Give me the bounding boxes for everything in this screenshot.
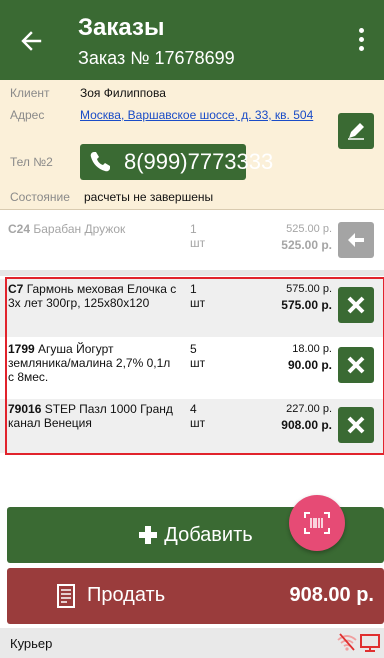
wifi-off-icon: [337, 633, 357, 651]
return-item-button[interactable]: [338, 222, 374, 258]
app-header: Заказы Заказ № 17678699: [0, 0, 384, 80]
phone-number: 8(999)7773333: [124, 149, 274, 174]
sell-button-label: Продать: [87, 584, 166, 606]
edit-client-button[interactable]: [338, 113, 374, 149]
receipt-icon: [55, 584, 77, 608]
selection-highlight: [5, 277, 384, 455]
page-title: Заказы: [78, 14, 165, 41]
more-vertical-icon[interactable]: [356, 28, 366, 58]
back-button[interactable]: [14, 24, 48, 58]
client-card: Клиент Зоя Филиппова Адрес Москва, Варша…: [0, 80, 384, 210]
courier-label: Курьер: [10, 636, 53, 651]
client-name: Зоя Филиппова: [80, 86, 166, 100]
call-phone-button[interactable]: 8(999)7773333: [80, 144, 273, 180]
item-total: 525.00 р.: [281, 238, 332, 252]
arrow-left-icon: [21, 31, 42, 51]
client-label: Клиент: [10, 86, 50, 100]
state-label: Состояние: [10, 190, 70, 204]
sell-button[interactable]: Продать 908.00 р.: [7, 568, 384, 624]
monitor-icon: [360, 634, 380, 652]
state-value: расчеты не завершены: [84, 190, 214, 204]
sell-total: 908.00 р.: [289, 584, 374, 606]
barcode-scan-icon: [304, 512, 330, 534]
item-price: 525.00 р.: [286, 223, 332, 235]
status-bar: Курьер: [0, 628, 384, 658]
order-number: Заказ № 17678699: [78, 48, 235, 68]
list-item: С24 Барабан Дружок 1 шт 525.00 р. 525.00 …: [0, 218, 384, 268]
address-label: Адрес: [10, 108, 45, 122]
separator: [0, 270, 384, 276]
phone-label: Тел №2: [10, 155, 53, 169]
item-name: С24 Барабан Дружок: [8, 222, 126, 236]
add-button-label: Добавить: [164, 523, 253, 546]
scan-barcode-button[interactable]: [289, 495, 345, 551]
address-link[interactable]: Москва, Варшавское шоссе, д. 33, кв. 504: [80, 108, 320, 123]
plus-icon: [138, 525, 158, 545]
item-qty: 1 шт: [190, 222, 206, 250]
phone-icon: [88, 149, 112, 175]
undo-icon: [348, 233, 364, 247]
pencil-icon: [348, 123, 364, 140]
